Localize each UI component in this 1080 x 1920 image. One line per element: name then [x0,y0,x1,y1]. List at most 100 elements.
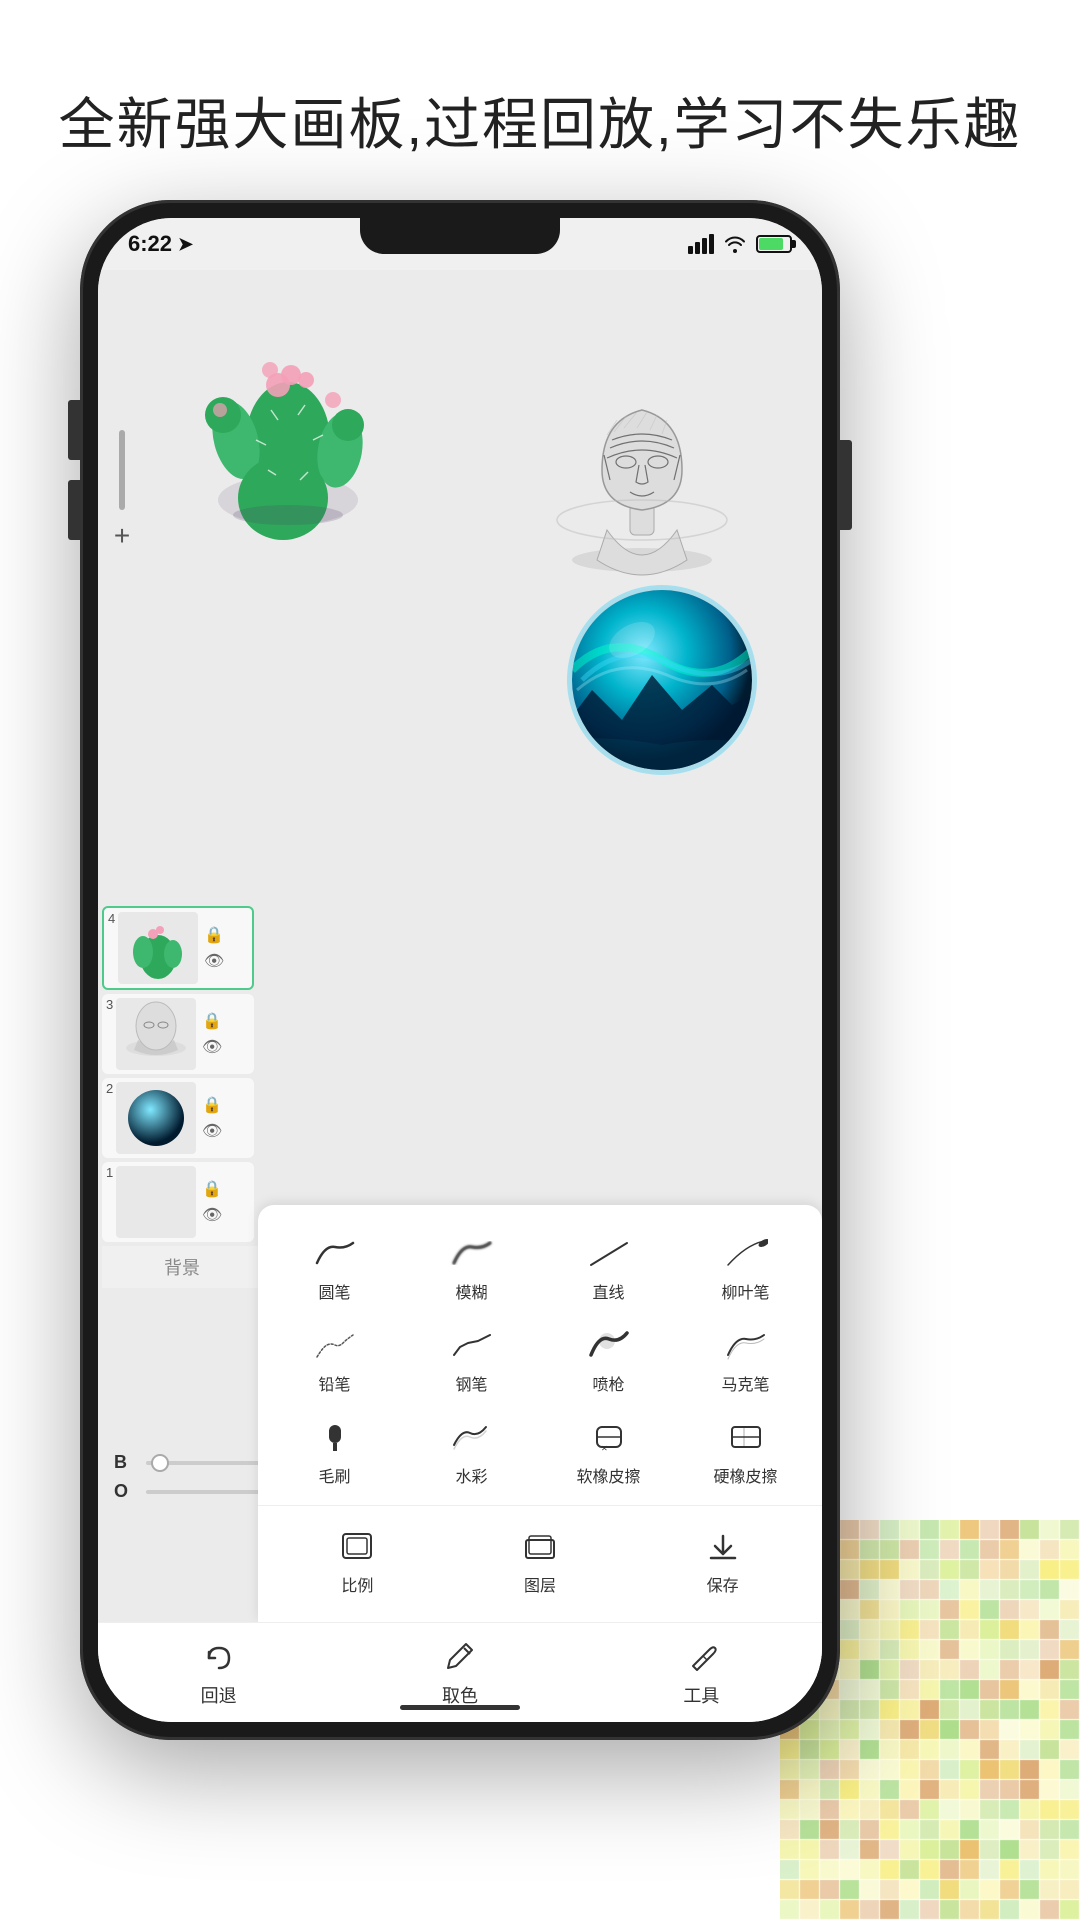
steel-pen-icon [450,1323,494,1367]
eye-icon[interactable]: 👁 [204,951,224,971]
steel-pen-label: 钢笔 [455,1371,487,1395]
lock-icon[interactable]: 🔒 [202,1179,222,1199]
svg-text:✕: ✕ [601,1444,608,1453]
brush-icon [313,1415,357,1459]
layer-item-2[interactable]: 2 [102,1078,254,1158]
bust-drawing [542,350,742,590]
hard-eraser-icon [724,1415,768,1459]
tool-pencil[interactable]: 铅笔 [266,1313,403,1405]
lock-icon[interactable]: 🔒 [202,1011,222,1031]
tool-ratio[interactable]: 比例 [266,1514,449,1606]
line-label: 直线 [592,1279,624,1303]
tool-watercolor[interactable]: 水彩 [403,1405,540,1497]
tool-actions: 比例 图层 [258,1505,822,1614]
eye-icon[interactable]: 👁 [202,1121,222,1141]
tools-label: 工具 [683,1682,719,1708]
tool-hard-eraser[interactable]: 硬橡皮擦 [677,1405,814,1497]
tool-panel: 圆笔 模糊 [258,1205,822,1622]
ratio-icon [335,1524,379,1568]
home-indicator [400,1705,520,1710]
layer-item-3[interactable]: 3 🔒 👁 [102,994,254,1074]
tool-line[interactable]: 直线 [540,1221,677,1313]
eye-icon[interactable]: 👁 [202,1205,222,1225]
eye-icon[interactable]: 👁 [202,1037,222,1057]
location-icon: ➤ [178,234,193,255]
hard-eraser-label: 硬橡皮擦 [713,1463,777,1487]
layers-icon [518,1524,562,1568]
phone-screen: 6:22 ➤ [98,218,822,1722]
wifi-icon [724,235,746,253]
cactus-drawing [158,310,418,570]
lock-icon[interactable]: 🔒 [202,1095,222,1115]
planet-drawing [562,580,762,780]
tool-save[interactable]: 保存 [631,1514,814,1606]
add-layer-button[interactable]: + [104,518,140,554]
soft-eraser-label: 软橡皮擦 [576,1463,640,1487]
soft-eraser-icon: ✕ [587,1415,631,1459]
marker-label: 马克笔 [721,1371,769,1395]
undo-label: 回退 [201,1682,237,1708]
left-toolbar: + [98,430,146,554]
undo-button[interactable]: 回退 [199,1638,239,1708]
pencil-icon [313,1323,357,1367]
layer-item-1[interactable]: 1 🔒 👁 [102,1162,254,1242]
spray-label: 喷枪 [592,1371,624,1395]
layers-label: 图层 [524,1572,556,1596]
tool-spray[interactable]: 喷枪 [540,1313,677,1405]
tool-willow-pen[interactable]: 柳叶笔 [677,1221,814,1313]
battery-icon [756,235,792,253]
layer-icons-2: 🔒 👁 [202,1095,222,1141]
color-pick-label: 取色 [442,1682,478,1708]
volume-down-button[interactable] [68,480,80,540]
notch [360,218,560,254]
save-label: 保存 [707,1572,739,1596]
tool-steel-pen[interactable]: 钢笔 [403,1313,540,1405]
volume-up-button[interactable] [68,400,80,460]
brush-label: 毛刷 [318,1463,350,1487]
color-pick-icon [440,1638,480,1678]
phone-frame: 6:22 ➤ [80,200,840,1740]
status-icons [688,234,792,254]
page-title: 全新强大画板,过程回放,学习不失乐趣 [0,80,1080,161]
scroll-thumb[interactable] [119,430,125,510]
layer-icons-1: 🔒 👁 [202,1179,222,1225]
spray-icon [587,1323,631,1367]
tool-blur-pen[interactable]: 模糊 [403,1221,540,1313]
layer-icons-4: 🔒 👁 [204,925,224,971]
background-label: 背景 [102,1246,262,1288]
power-button[interactable] [840,440,852,530]
layer-item-4[interactable]: 4 🔒 👁 [102,906,254,990]
tool-brush[interactable]: 毛刷 [266,1405,403,1497]
signal-icon [688,234,714,254]
pencil-label: 铅笔 [318,1371,350,1395]
marker-icon [724,1323,768,1367]
color-pick-button[interactable]: 取色 [440,1638,480,1708]
tool-soft-eraser[interactable]: ✕ 软橡皮擦 [540,1405,677,1497]
lock-icon[interactable]: 🔒 [204,925,224,945]
tool-layers[interactable]: 图层 [449,1514,632,1606]
brush-grid: 圆笔 模糊 [258,1221,822,1497]
tools-button[interactable]: 工具 [681,1638,721,1708]
line-icon [587,1231,631,1275]
b-slider-label: B [114,1452,138,1473]
b-slider-thumb[interactable] [151,1454,169,1472]
layer-thumb-1 [116,1166,196,1238]
round-pen-label: 圆笔 [318,1279,350,1303]
willow-pen-icon [724,1231,768,1275]
tool-round-pen[interactable]: 圆笔 [266,1221,403,1313]
tools-icon [681,1638,721,1678]
ratio-label: 比例 [341,1572,373,1596]
layer-thumb-3 [116,998,196,1070]
status-time: 6:22 ➤ [128,231,193,257]
tool-marker[interactable]: 马克笔 [677,1313,814,1405]
save-icon [701,1524,745,1568]
layer-panel: 4 🔒 👁 [98,902,258,1292]
layer-icons-3: 🔒 👁 [202,1011,222,1057]
o-slider-label: O [114,1481,138,1502]
layer-thumb-4 [118,912,198,984]
willow-pen-label: 柳叶笔 [721,1279,769,1303]
canvas-area[interactable]: + 4 [98,270,822,1722]
round-pen-icon [313,1231,357,1275]
watercolor-label: 水彩 [455,1463,487,1487]
undo-icon [199,1638,239,1678]
